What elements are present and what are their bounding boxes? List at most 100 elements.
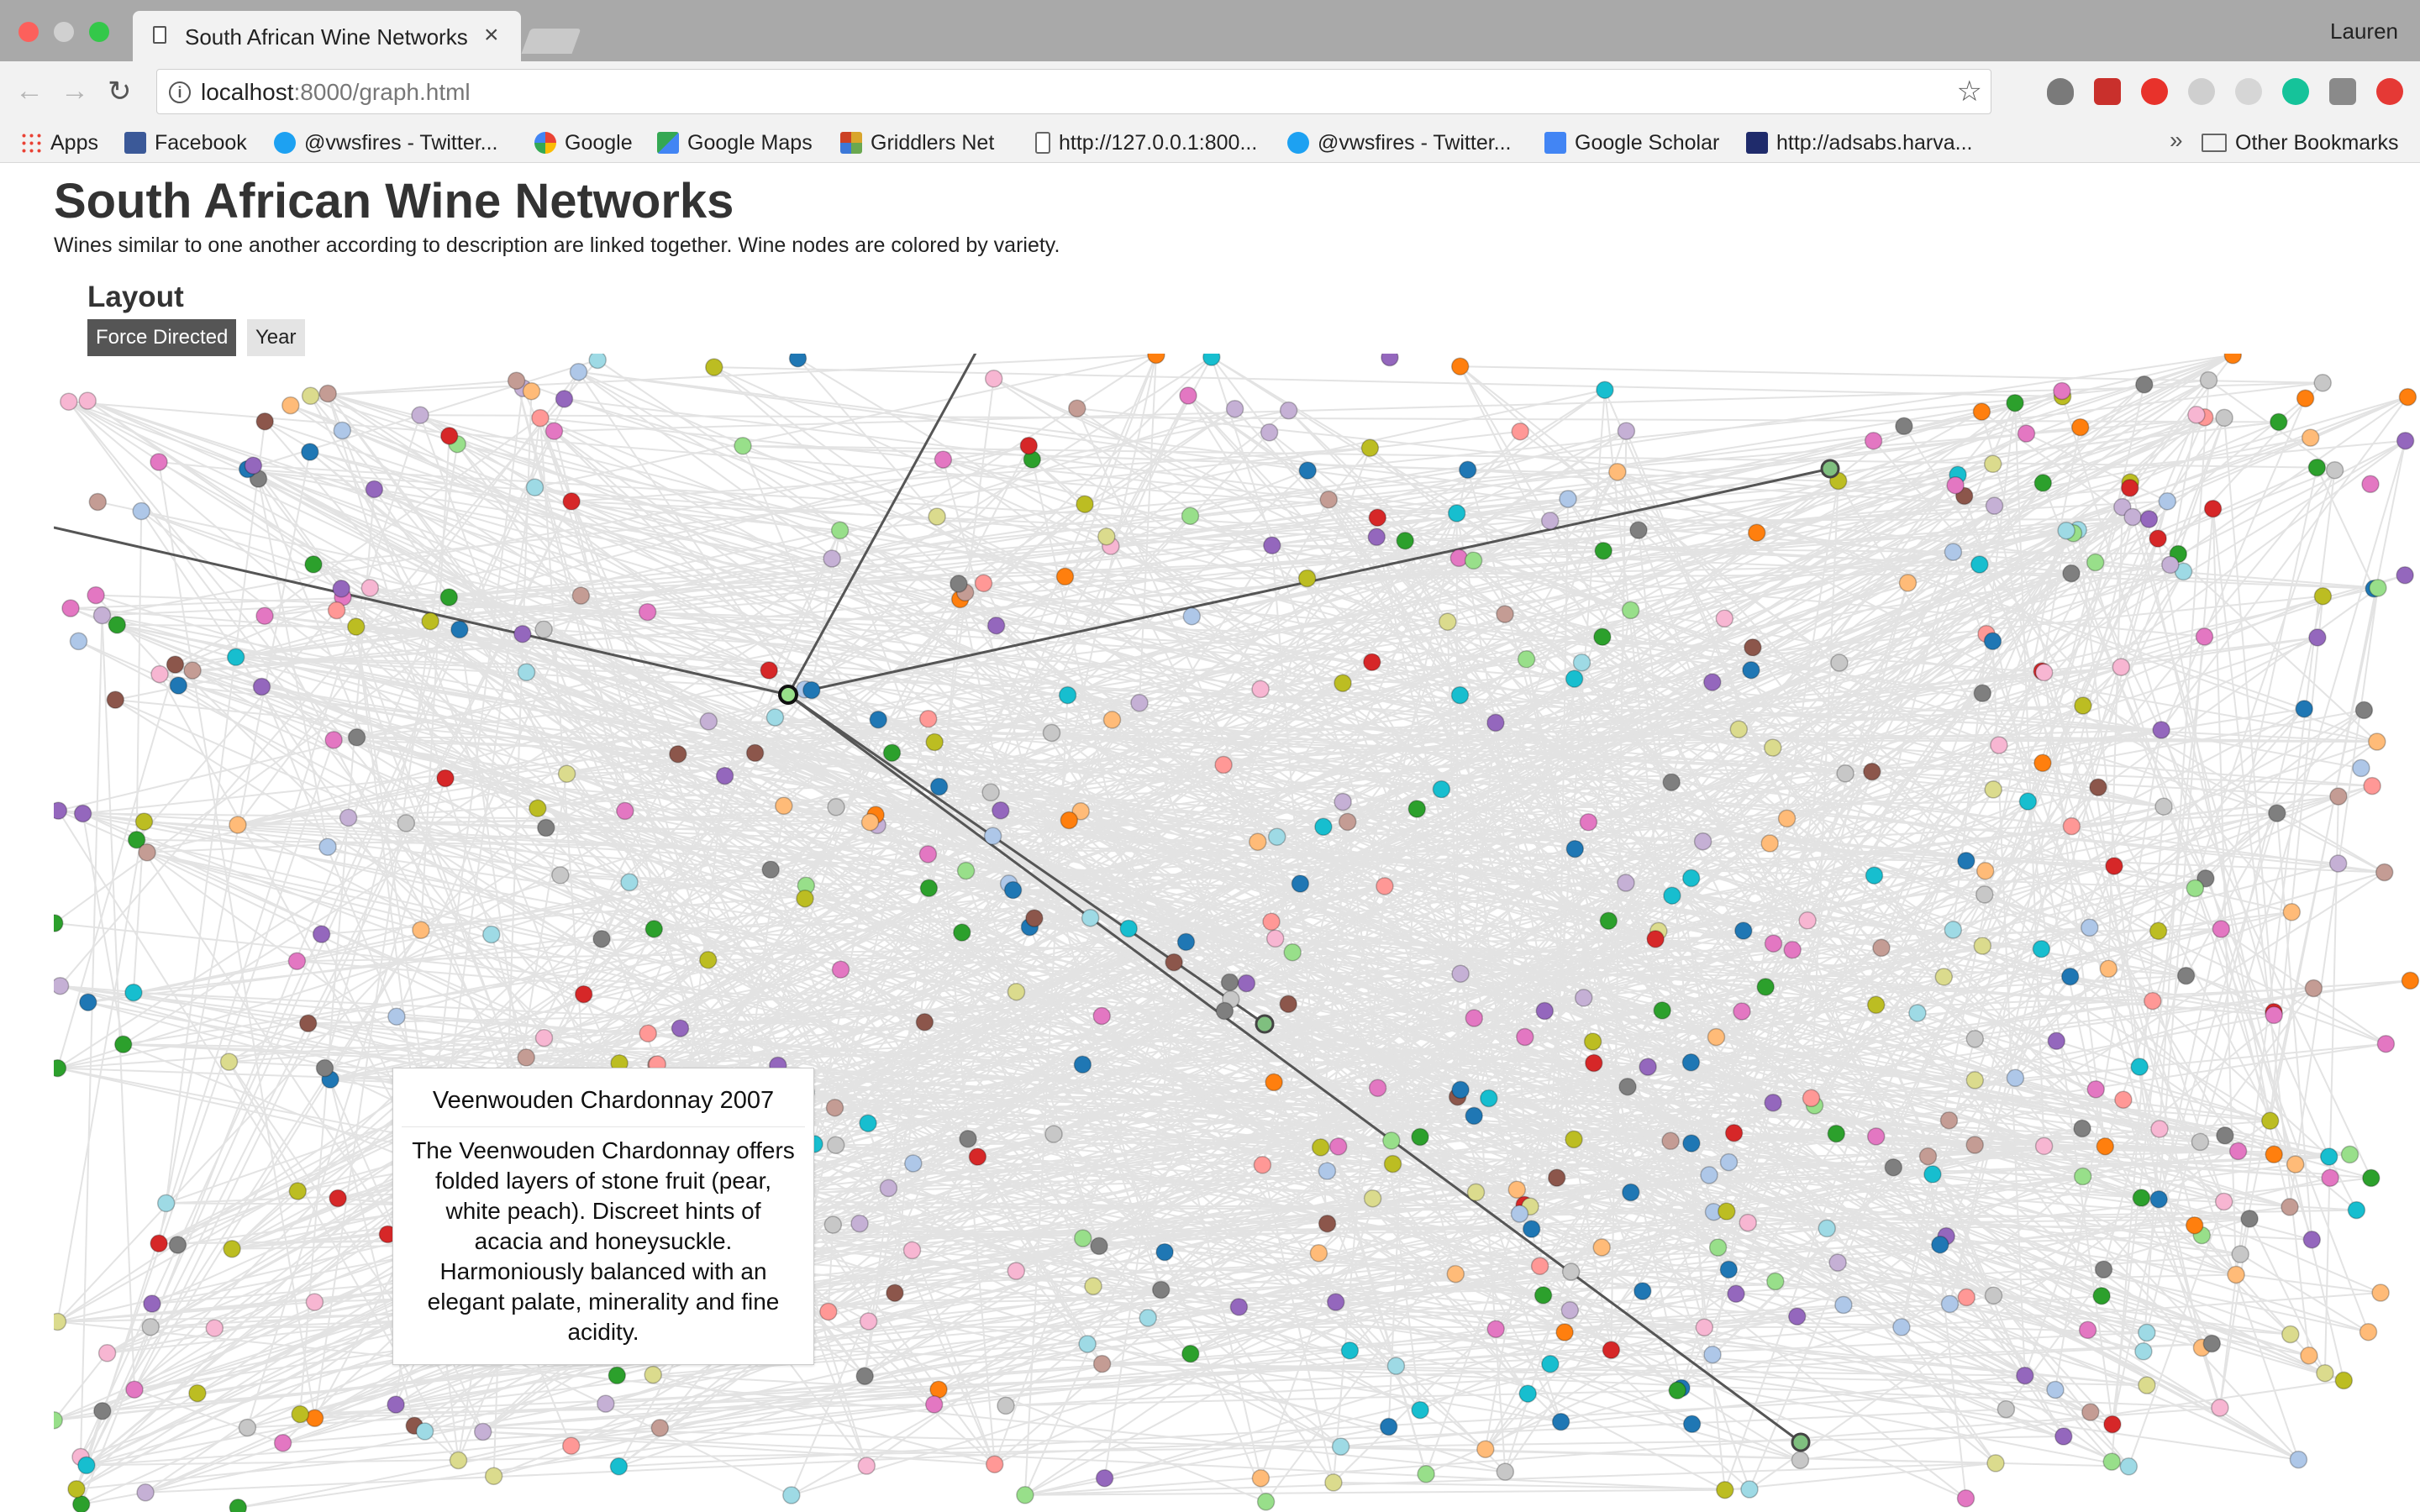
wine-node[interactable]	[132, 501, 150, 521]
wine-node[interactable]	[1934, 968, 1954, 986]
wine-node[interactable]	[802, 680, 821, 700]
wine-node[interactable]	[1787, 1307, 1807, 1326]
network-graph[interactable]: Veenwouden Chardonnay 2007 The Veenwoude…	[54, 354, 2420, 1512]
wine-node[interactable]	[2321, 1168, 2339, 1187]
wine-node[interactable]	[915, 1013, 934, 1032]
info-icon[interactable]: i	[169, 81, 191, 103]
wine-node[interactable]	[782, 1486, 801, 1504]
wine-node[interactable]	[1486, 713, 1505, 732]
wine-node[interactable]	[1451, 964, 1470, 983]
wine-node[interactable]	[2033, 474, 2053, 492]
wine-node[interactable]	[1130, 694, 1149, 712]
wine-node[interactable]	[1044, 1125, 1063, 1143]
wine-node[interactable]	[67, 1479, 86, 1499]
wine-node[interactable]	[166, 655, 185, 674]
wine-node[interactable]	[2240, 1210, 2259, 1228]
wine-node[interactable]	[69, 632, 88, 651]
wine-node[interactable]	[2231, 1245, 2249, 1263]
url-text[interactable]: localhost:8000/graph.html	[201, 79, 471, 106]
wine-node[interactable]	[2102, 1452, 2121, 1471]
wine-node[interactable]	[2132, 1189, 2151, 1207]
wine-node[interactable]	[1682, 1415, 1702, 1434]
wine-node[interactable]	[1446, 1264, 1465, 1284]
wine-node[interactable]	[1019, 436, 1039, 455]
wine-node[interactable]	[347, 617, 366, 636]
wine-node[interactable]	[616, 801, 634, 821]
bookmark-google-scholar[interactable]: Google Scholar	[1544, 123, 1719, 162]
wine-node[interactable]	[1555, 1323, 1574, 1341]
wine-node[interactable]	[2060, 967, 2080, 986]
wine-node[interactable]	[183, 661, 202, 680]
wine-node[interactable]	[2092, 1286, 2111, 1305]
wine-node[interactable]	[638, 602, 657, 622]
wine-node[interactable]	[2363, 776, 2381, 795]
wine-node[interactable]	[2186, 879, 2205, 898]
wine-node[interactable]	[1084, 1277, 1102, 1295]
wine-node[interactable]	[2281, 1325, 2300, 1344]
wine-node[interactable]	[974, 574, 993, 593]
wine-node[interactable]	[169, 676, 188, 695]
wine-node[interactable]	[77, 1456, 96, 1475]
wine-node[interactable]	[2103, 1415, 2122, 1434]
wine-node[interactable]	[2319, 1147, 2338, 1166]
wine-node[interactable]	[2352, 759, 2370, 778]
wine-node[interactable]	[2354, 701, 2374, 720]
year-layout-button[interactable]: Year	[247, 319, 305, 356]
wine-node[interactable]	[226, 648, 245, 667]
wine-node[interactable]	[1249, 832, 1267, 851]
wine-node[interactable]	[1727, 1284, 1745, 1304]
wine-node[interactable]	[2144, 991, 2162, 1011]
wine-node[interactable]	[1068, 399, 1086, 417]
wine-node[interactable]	[421, 612, 439, 631]
wine-node[interactable]	[1983, 632, 2002, 651]
wine-node[interactable]	[1724, 1124, 1744, 1142]
wine-node[interactable]	[1338, 812, 1357, 832]
browser-tab[interactable]: South African Wine Networks ×	[133, 11, 521, 61]
other-bookmarks-folder[interactable]: Other Bookmarks	[2202, 123, 2399, 162]
wine-node[interactable]	[1003, 880, 1023, 900]
wine-node[interactable]	[1984, 1286, 2003, 1305]
wine-node[interactable]	[1073, 1055, 1092, 1074]
adblock-extension-icon[interactable]	[2141, 78, 2168, 105]
wine-node[interactable]	[1972, 402, 1991, 421]
wine-node[interactable]	[2334, 1371, 2354, 1390]
wine-node[interactable]	[529, 799, 547, 818]
wine-node[interactable]	[1447, 504, 1466, 522]
wine-node[interactable]	[1592, 1238, 1611, 1257]
wine-node[interactable]	[534, 1028, 554, 1047]
wine-node[interactable]	[2073, 1167, 2092, 1186]
wine-node[interactable]	[597, 1394, 615, 1413]
wine-node[interactable]	[1060, 811, 1079, 830]
wine-node[interactable]	[397, 814, 416, 832]
wine-node[interactable]	[54, 976, 70, 995]
wine-node[interactable]	[1119, 919, 1138, 938]
wine-node[interactable]	[1742, 660, 1760, 680]
wine-node[interactable]	[1560, 1301, 1580, 1320]
wine-node[interactable]	[1225, 399, 1244, 418]
wine-node[interactable]	[1565, 839, 1585, 858]
wine-node[interactable]	[2313, 586, 2333, 606]
wine-node[interactable]	[1593, 627, 1612, 646]
wine-node[interactable]	[1561, 1263, 1581, 1281]
wine-node[interactable]	[229, 1499, 248, 1512]
wine-node[interactable]	[2078, 1320, 2097, 1340]
wine-node[interactable]	[1986, 1454, 2005, 1473]
wine-node[interactable]	[333, 421, 352, 440]
wine-node[interactable]	[281, 396, 300, 415]
wine-node[interactable]	[1517, 650, 1536, 669]
wine-node[interactable]	[1965, 1030, 1985, 1048]
wine-node[interactable]	[1311, 1138, 1330, 1157]
wine-node[interactable]	[2081, 1403, 2100, 1421]
wine-node[interactable]	[1450, 357, 1470, 375]
wine-node[interactable]	[1326, 1293, 1345, 1311]
wine-node[interactable]	[919, 879, 939, 898]
wine-node[interactable]	[734, 437, 752, 455]
wine-node[interactable]	[2307, 458, 2327, 477]
wine-node[interactable]	[551, 866, 570, 885]
wine-node[interactable]	[1884, 1158, 1903, 1177]
wine-node[interactable]	[2371, 1284, 2390, 1302]
wine-node[interactable]	[1895, 417, 1913, 436]
wine-node[interactable]	[1985, 496, 2004, 515]
wine-node[interactable]	[1970, 555, 1989, 574]
wine-node[interactable]	[2328, 854, 2348, 873]
